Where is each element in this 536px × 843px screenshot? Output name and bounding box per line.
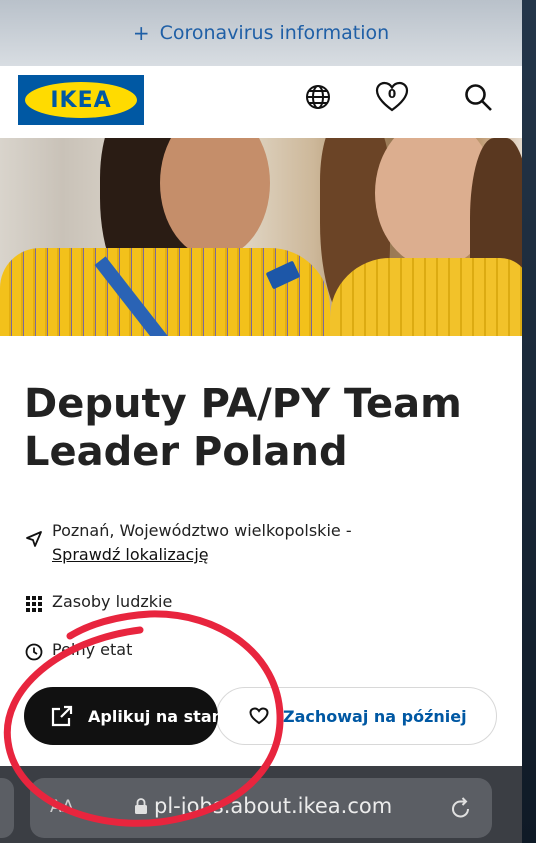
heart-icon[interactable]: 0 bbox=[375, 80, 409, 114]
location-text: Poznań, Województwo wielkopolskie - bbox=[52, 521, 352, 540]
url-display[interactable]: pl-jobs.about.ikea.com bbox=[134, 794, 392, 818]
location-row: Poznań, Województwo wielkopolskie - Spra… bbox=[24, 519, 352, 567]
clock-icon bbox=[24, 642, 44, 662]
save-for-later-button[interactable]: Zachowaj na później bbox=[216, 687, 497, 745]
logo-oval: IKEA bbox=[25, 82, 137, 118]
browser-toolbar: AA pl-jobs.about.ikea.com bbox=[0, 766, 522, 843]
globe-icon[interactable] bbox=[301, 80, 335, 114]
logo-text: IKEA bbox=[50, 87, 112, 113]
coronavirus-banner[interactable]: + Coronavirus information bbox=[0, 0, 522, 66]
heart-outline-icon bbox=[249, 707, 269, 725]
lock-icon bbox=[135, 798, 147, 814]
location-arrow-icon bbox=[24, 529, 44, 549]
external-link-icon bbox=[51, 705, 73, 727]
employment-row: Pełny etat bbox=[24, 640, 132, 662]
previous-tab-edge[interactable] bbox=[0, 778, 14, 838]
department-text: Zasoby ludzkie bbox=[52, 592, 173, 611]
reader-options-button[interactable]: AA bbox=[50, 797, 74, 817]
site-header: IKEA 0 bbox=[0, 66, 522, 138]
search-icon[interactable] bbox=[461, 80, 495, 114]
apply-button[interactable]: Aplikuj na stanowisko bbox=[24, 687, 218, 745]
job-title: Deputy PA/PY Team Leader Poland bbox=[24, 381, 462, 475]
employment-text: Pełny etat bbox=[52, 640, 133, 659]
device-edge bbox=[522, 0, 536, 843]
plus-icon: + bbox=[132, 21, 150, 45]
department-row: Zasoby ludzkie bbox=[24, 592, 172, 614]
apply-label: Aplikuj na stanowisko bbox=[88, 706, 218, 726]
ikea-logo[interactable]: IKEA bbox=[18, 75, 144, 125]
favorites-count: 0 bbox=[387, 87, 397, 101]
location-link[interactable]: Sprawdź lokalizację bbox=[52, 543, 352, 567]
url-text: pl-jobs.about.ikea.com bbox=[154, 794, 393, 818]
reload-icon[interactable] bbox=[450, 796, 472, 824]
save-label: Zachowaj na później bbox=[283, 706, 467, 726]
address-bar[interactable]: AA pl-jobs.about.ikea.com bbox=[30, 778, 492, 838]
grid-icon bbox=[24, 594, 44, 614]
banner-text: Coronavirus information bbox=[159, 22, 390, 44]
mobile-page: + Coronavirus information IKEA 0 Deputy … bbox=[0, 0, 522, 843]
hero-image bbox=[0, 138, 522, 336]
